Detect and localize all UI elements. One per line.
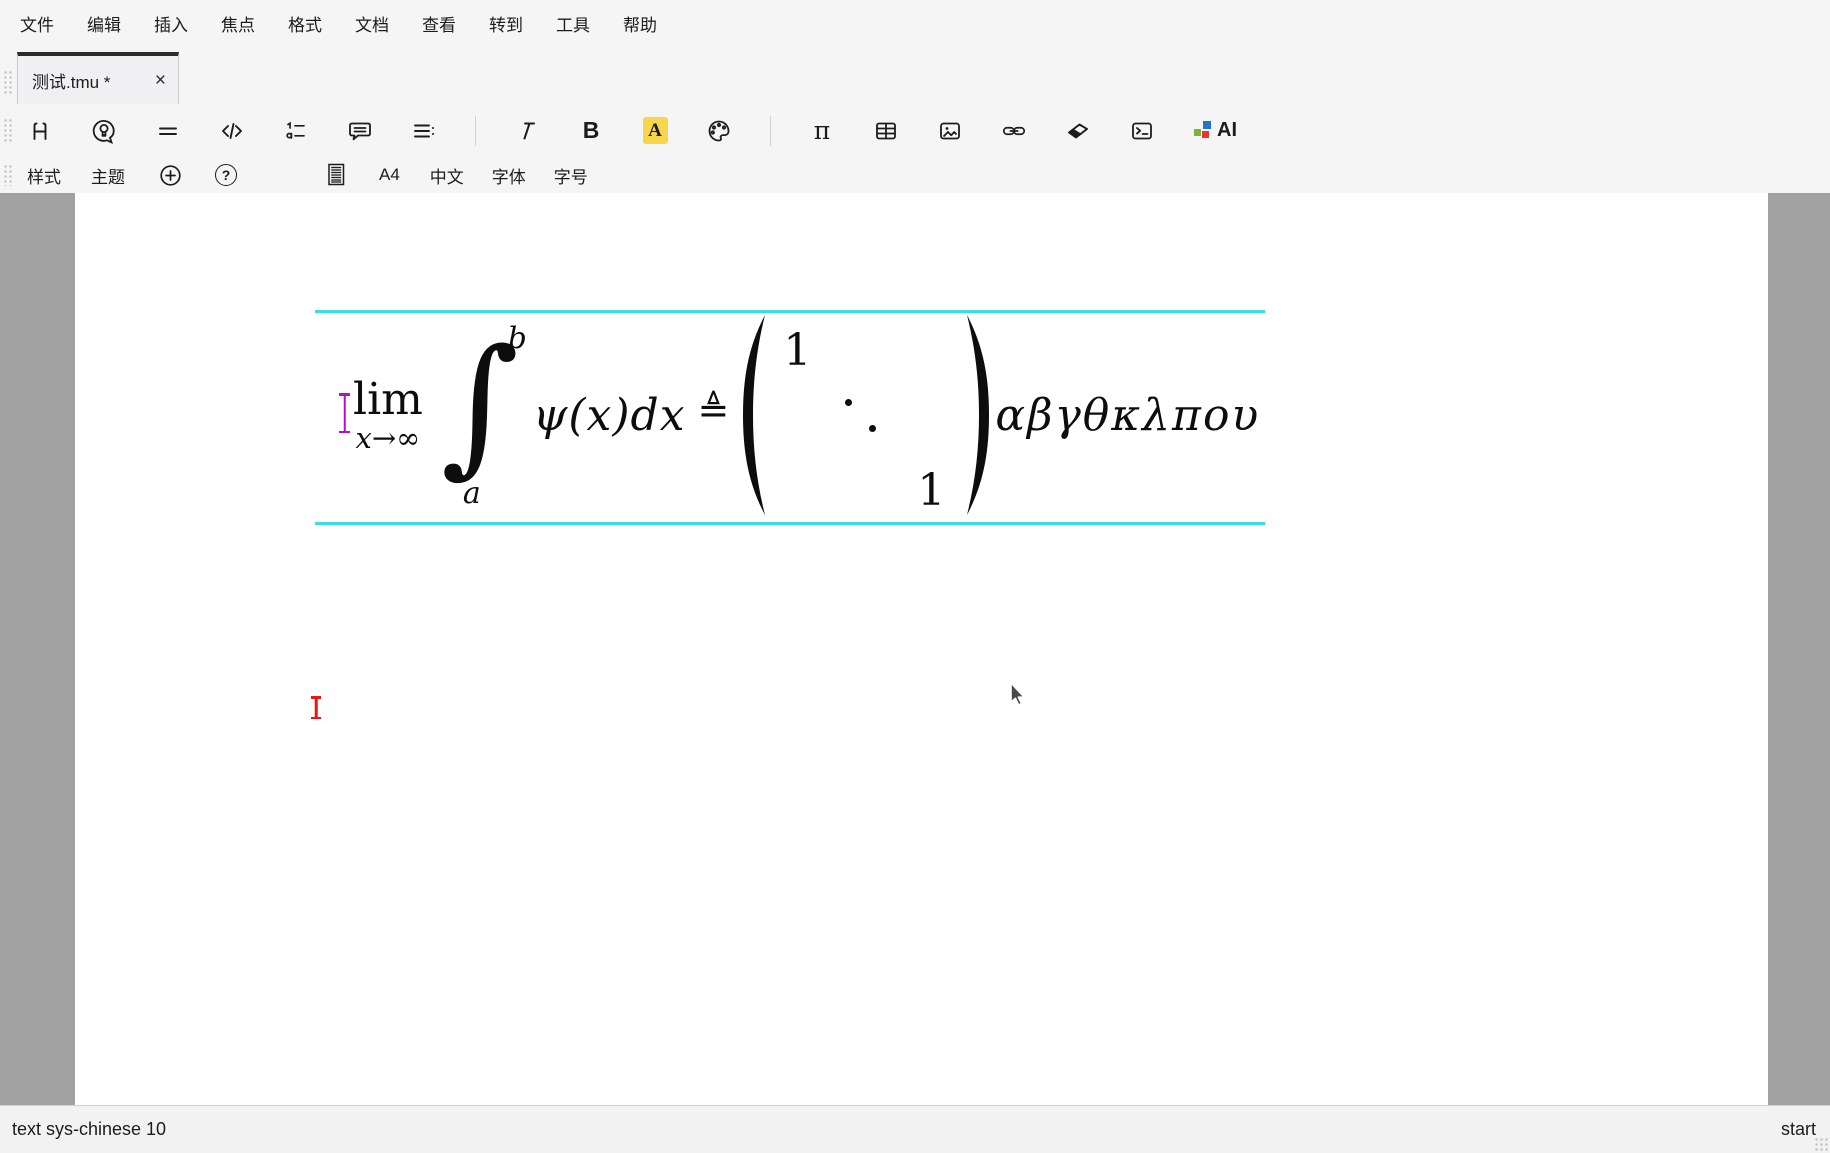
link-icon[interactable] (1001, 118, 1027, 144)
menu-view[interactable]: 查看 (422, 11, 456, 36)
resize-grip[interactable] (1814, 1137, 1828, 1151)
integral-block: ∫ b a (439, 317, 531, 513)
matrix-cell-11: 1 (783, 329, 811, 373)
heading-icon[interactable] (27, 118, 53, 144)
font-button[interactable]: 字体 (492, 163, 526, 188)
image-icon[interactable] (937, 118, 963, 144)
status-bar: text sys-chinese 10 start (0, 1105, 1830, 1153)
menu-focus[interactable]: 焦点 (221, 11, 255, 36)
paragraph-icon[interactable] (155, 118, 181, 144)
menu-tools[interactable]: 工具 (556, 11, 590, 36)
main-toolbar: B A π (0, 104, 1830, 157)
theme-button[interactable]: 主题 (91, 163, 125, 188)
toolbar-drag-handle[interactable] (3, 118, 13, 144)
style-button[interactable]: 样式 (27, 163, 61, 188)
code-icon[interactable] (219, 118, 245, 144)
text-caret (311, 696, 321, 719)
description-list-icon[interactable] (411, 118, 437, 144)
add-icon[interactable] (157, 162, 183, 188)
triangle-equals: ≜ (698, 388, 730, 432)
comment-icon[interactable] (347, 118, 373, 144)
document-tab[interactable]: 测试.tmu * × (17, 52, 179, 104)
limit-block: lim x→∞ (353, 378, 423, 453)
diagonal-dots (845, 399, 852, 406)
math-formula[interactable]: lim x→∞ ∫ b a ψ(x)dx ≜ 1 (339, 311, 1260, 519)
doc-toolbar-drag-handle[interactable] (3, 164, 13, 186)
language-button[interactable]: 中文 (430, 163, 464, 188)
lightbulb-icon[interactable] (91, 118, 117, 144)
document-page[interactable]: lim x→∞ ∫ b a ψ(x)dx ≜ 1 (75, 193, 1768, 1105)
table-icon[interactable] (873, 118, 899, 144)
right-gutter (1768, 193, 1830, 1105)
palette-icon[interactable] (706, 118, 732, 144)
math-caret (339, 393, 350, 433)
enumerate-icon[interactable] (283, 118, 309, 144)
greek-letters: αβγθκλπου (995, 390, 1260, 441)
bold-icon[interactable]: B (578, 118, 604, 144)
terminal-icon[interactable] (1129, 118, 1155, 144)
menu-help[interactable]: 帮助 (623, 11, 657, 36)
menu-go[interactable]: 转到 (489, 11, 523, 36)
math-icon[interactable]: π (809, 118, 835, 144)
diagonal-dots (869, 425, 876, 432)
focus-frame-line-bottom (315, 522, 1265, 525)
tab-title: 测试.tmu * (32, 68, 145, 93)
menu-bar: 文件 编辑 插入 焦点 格式 文档 查看 转到 工具 帮助 (0, 0, 1830, 47)
tab-bar: 测试.tmu * × (0, 47, 1830, 104)
status-state: start (1781, 1119, 1816, 1140)
toolbar-separator (475, 116, 476, 146)
matrix: 1 1 (741, 313, 991, 517)
tab-close-icon[interactable]: × (153, 71, 168, 90)
font-size-button[interactable]: 字号 (554, 163, 588, 188)
left-gutter (0, 193, 75, 1105)
help-icon[interactable]: ? (215, 164, 237, 186)
menu-document[interactable]: 文档 (355, 11, 389, 36)
paper-size-button[interactable]: A4 (379, 165, 400, 185)
menu-file[interactable]: 文件 (20, 11, 54, 36)
document-toolbar: 样式 主题 ? A4 中文 字体 字号 (0, 157, 1830, 193)
left-paren (741, 313, 767, 517)
highlight-icon[interactable]: A (642, 118, 668, 144)
eraser-icon[interactable] (1065, 118, 1091, 144)
page-layout-icon[interactable] (323, 162, 349, 188)
matrix-cell-22: 1 (917, 469, 945, 513)
mouse-cursor (1004, 681, 1030, 709)
status-mode: text sys-chinese 10 (12, 1119, 166, 1140)
tabbar-drag-handle[interactable] (3, 70, 13, 96)
menu-format[interactable]: 格式 (288, 11, 322, 36)
toolbar-separator (770, 116, 771, 146)
document-area: lim x→∞ ∫ b a ψ(x)dx ≜ 1 (0, 193, 1830, 1105)
italic-icon[interactable] (514, 118, 540, 144)
menu-edit[interactable]: 编辑 (87, 11, 121, 36)
menu-insert[interactable]: 插入 (154, 11, 188, 36)
ai-icon[interactable]: AI (1193, 118, 1237, 144)
integrand: ψ(x)dx (533, 390, 686, 441)
right-paren (965, 313, 991, 517)
